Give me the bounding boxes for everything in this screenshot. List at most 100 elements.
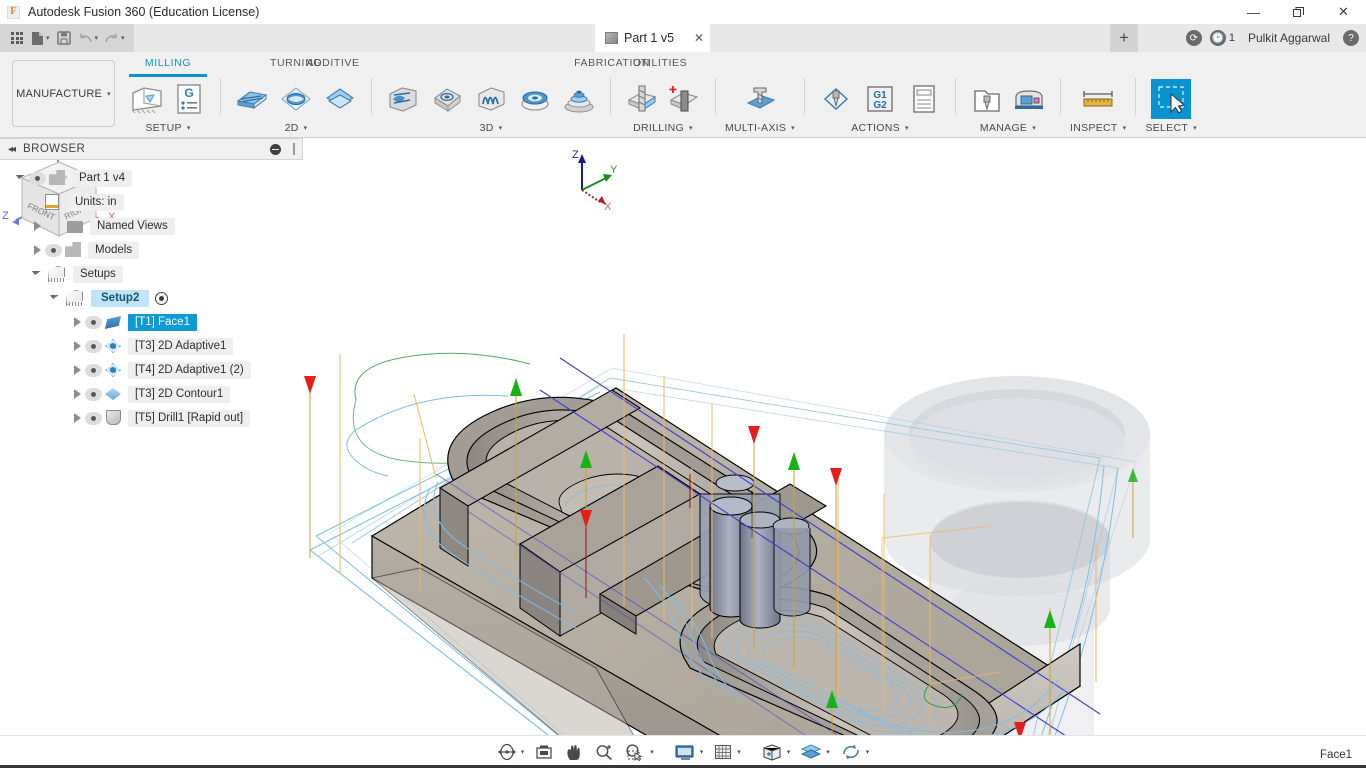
tree-node-units[interactable]: Units: in	[0, 190, 303, 214]
chevron-down-icon[interactable]: ▾	[905, 124, 909, 132]
restore-button[interactable]	[1276, 0, 1321, 24]
chevron-down-icon[interactable]: ▾	[521, 748, 525, 756]
chevron-down-icon[interactable]: ▾	[700, 748, 704, 756]
tab-milling[interactable]: MILLING	[125, 52, 211, 71]
chevron-down-icon[interactable]: ▾	[866, 748, 870, 756]
zoom-button[interactable]	[590, 739, 618, 765]
chevron-down-icon[interactable]: ▾	[791, 124, 795, 132]
close-button[interactable]: ✕	[1321, 0, 1366, 24]
visibility-eye-icon[interactable]	[85, 387, 102, 401]
tree-node-drill1[interactable]: [T5] Drill1 [Rapid out]	[0, 406, 303, 430]
job-status-icon[interactable]: ⟳	[1183, 26, 1205, 50]
chevron-down-icon[interactable]	[48, 294, 63, 302]
drill-icon[interactable]	[622, 79, 662, 119]
measure-icon[interactable]	[1078, 79, 1118, 119]
machine-library-icon[interactable]	[1009, 79, 1049, 119]
document-tab[interactable]: Part 1 v5 ✕	[595, 24, 711, 52]
scallop-icon[interactable]	[515, 79, 555, 119]
face-milling-icon[interactable]	[232, 79, 272, 119]
setup-name-input[interactable]: Setup2	[91, 289, 150, 307]
parallel-3d-icon[interactable]	[471, 79, 511, 119]
object-visibility-button[interactable]: ▾	[796, 739, 834, 765]
bore-thread-icon[interactable]	[664, 79, 704, 119]
simulate-icon[interactable]	[816, 79, 856, 119]
chevron-right-icon[interactable]	[70, 365, 85, 375]
help-question-icon[interactable]: ?	[1340, 26, 1362, 50]
visibility-eye-icon[interactable]	[85, 411, 102, 425]
tree-node-face1[interactable]: [T1] Face1	[0, 310, 303, 334]
visibility-eye-icon[interactable]	[45, 243, 62, 257]
viewports-button[interactable]: ▾	[757, 739, 795, 765]
select-window-icon[interactable]	[1151, 79, 1192, 119]
multi-axis-contour-icon[interactable]	[740, 79, 780, 119]
app-grid-icon[interactable]	[6, 26, 28, 50]
chevron-right-icon[interactable]	[70, 413, 85, 423]
document-tab-close-button[interactable]: ✕	[694, 31, 704, 45]
spiral-icon[interactable]	[559, 79, 599, 119]
tool-library-icon[interactable]	[967, 79, 1007, 119]
look-at-button[interactable]	[530, 739, 558, 765]
generate-nc-program-icon[interactable]: G	[169, 79, 209, 119]
visibility-eye-icon[interactable]	[85, 315, 102, 329]
chevron-down-icon[interactable]: ▾	[304, 124, 308, 132]
minus-circle-icon[interactable]	[270, 143, 281, 155]
setup-icon[interactable]	[127, 79, 167, 119]
tree-node-2d-adaptive1[interactable]: [T3] 2D Adaptive1	[0, 334, 303, 358]
chevron-down-icon[interactable]	[14, 174, 29, 182]
chevron-right-icon[interactable]	[70, 341, 85, 351]
chevron-down-icon[interactable]: ▾	[1032, 124, 1036, 132]
tree-node-2d-adaptive1-2[interactable]: [T4] 2D Adaptive1 (2)	[0, 358, 303, 382]
new-file-icon[interactable]: ▾	[28, 26, 53, 50]
display-settings-button[interactable]: ▾	[670, 739, 708, 765]
tree-node-part-1-v4[interactable]: Part 1 v4	[0, 166, 303, 190]
visibility-eye-icon[interactable]	[85, 339, 102, 353]
chevron-down-icon[interactable]: ▾	[1193, 124, 1197, 132]
tree-node-setup2[interactable]: Setup2	[0, 286, 303, 310]
pocket-clearing-icon[interactable]	[427, 79, 467, 119]
chevron-down-icon[interactable]: ▾	[737, 748, 741, 756]
save-icon[interactable]	[53, 26, 75, 50]
chevron-down-icon[interactable]: ▾	[46, 34, 50, 42]
chevron-down-icon[interactable]: ▾	[1123, 124, 1127, 132]
chevron-right-icon[interactable]	[70, 389, 85, 399]
setup-sheet-icon[interactable]	[904, 79, 944, 119]
chevron-right-icon[interactable]	[30, 221, 45, 231]
chevron-down-icon[interactable]	[30, 270, 45, 278]
activate-setup-toggle[interactable]	[155, 291, 169, 305]
visibility-eye-icon[interactable]	[85, 363, 102, 377]
tree-node-named-views[interactable]: Named Views	[0, 214, 303, 238]
chevron-right-icon[interactable]	[70, 317, 85, 327]
contour-2d-icon[interactable]	[320, 79, 360, 119]
tab-utilities[interactable]: UTILITIES	[625, 52, 695, 71]
collapse-panel-icon[interactable]: ◂◂	[8, 144, 16, 155]
adaptive-3d-icon[interactable]	[383, 79, 423, 119]
adaptive-clearing-icon[interactable]	[276, 79, 316, 119]
redo-arrow-icon[interactable]: ▾	[101, 26, 128, 50]
chevron-right-icon[interactable]	[30, 245, 45, 255]
notification-clock-icon[interactable]: 🕑 1	[1207, 26, 1238, 50]
workspace-switcher-button[interactable]: MANUFACTURE ▾	[12, 60, 115, 127]
minimize-button[interactable]: —	[1231, 0, 1276, 24]
chevron-down-icon[interactable]: ▾	[187, 124, 191, 132]
zoom-window-button[interactable]: ▾	[620, 739, 658, 765]
tab-additive[interactable]: ADDITIVE	[303, 52, 363, 71]
pan-button[interactable]	[560, 739, 588, 765]
orbit-button[interactable]: ▾	[493, 739, 529, 765]
panel-grip-icon[interactable]	[293, 143, 295, 155]
visibility-eye-icon[interactable]	[29, 171, 46, 185]
grid-snaps-button[interactable]: ▾	[709, 739, 745, 765]
chevron-down-icon[interactable]: ▾	[95, 34, 99, 42]
tree-node-2d-contour1[interactable]: [T3] 2D Contour1	[0, 382, 303, 406]
chevron-down-icon[interactable]: ▾	[826, 748, 830, 756]
chevron-down-icon[interactable]: ▾	[499, 124, 503, 132]
tree-node-setups[interactable]: Setups	[0, 262, 303, 286]
user-name-label[interactable]: Pulkit Aggarwal	[1240, 31, 1338, 45]
chevron-down-icon[interactable]: ▾	[787, 748, 791, 756]
tree-node-models[interactable]: Models	[0, 238, 303, 262]
chevron-down-icon[interactable]: ▾	[650, 748, 654, 756]
post-process-icon[interactable]: G1 G2	[860, 79, 900, 119]
new-tab-button[interactable]: +	[1110, 24, 1138, 52]
browser-refresh-button[interactable]: ▾	[836, 739, 874, 765]
chevron-down-icon[interactable]: ▾	[121, 34, 125, 42]
chevron-down-icon[interactable]: ▾	[689, 124, 693, 132]
